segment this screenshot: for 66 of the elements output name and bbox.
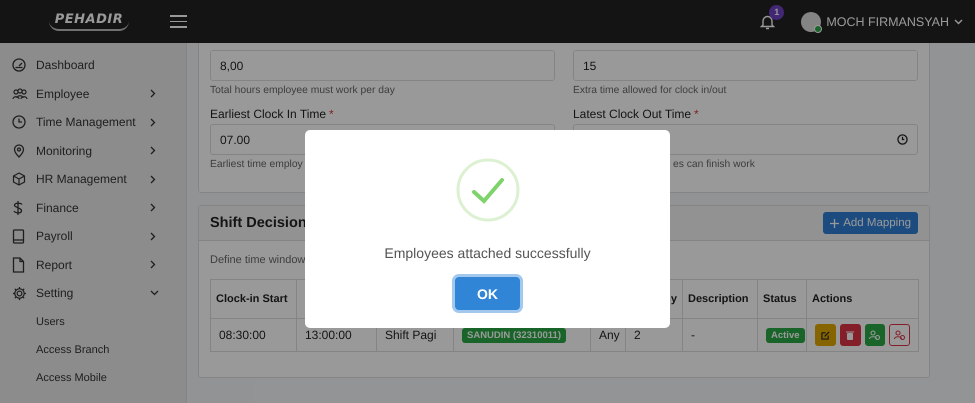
table-cell: 2 [634,328,641,342]
table-cell: 08:30:00 [219,328,266,342]
card-title: Shift Decision [210,215,307,231]
sidebar-subitem[interactable]: Access Mobile [0,364,186,392]
edit-icon [820,330,830,340]
plus-icon [830,218,840,228]
unassign-button[interactable] [889,324,910,346]
table-cell: 13:00:00 [305,328,352,342]
sidebar-item[interactable]: Setting [0,279,186,308]
sidebar-item[interactable]: HR Management [0,165,186,194]
column-header: y [670,293,677,305]
menu-icon[interactable] [170,15,187,28]
user-remove-icon [894,330,906,340]
input-field[interactable]: 8,00 [210,50,555,81]
caret-icon [954,18,963,24]
gear-icon [12,286,27,301]
dollar-icon [12,200,24,216]
edit-button[interactable] [815,324,836,346]
assign-button[interactable] [864,324,886,346]
ok-button[interactable]: OK [455,277,520,310]
help-text: Total hours employee must work per day [210,85,395,96]
field-label: Latest Clock Out Time [573,107,692,121]
input-field[interactable]: 15 [573,50,918,81]
column-header: Status [763,293,797,305]
required-mark: * [694,107,699,121]
help-text: es can finish work [673,159,755,170]
sidebar-subitem[interactable]: Access Branch [0,336,186,364]
sidebar-subitem[interactable]: Users [0,308,186,336]
sidebar-item[interactable]: Dashboard [0,51,186,80]
table-cell: Any [599,328,620,342]
success-check-icon [456,158,520,222]
employee-badge: SANUDIN (32310011) [462,328,566,343]
bell-icon[interactable] [760,14,776,30]
user-menu[interactable]: MOCH FIRMANSYAH [801,12,963,32]
column-header: Clock-in Start [216,293,288,305]
clock-icon [12,115,26,130]
location-pin-icon [12,144,26,158]
sidebar-item[interactable]: Employee [0,80,186,108]
column-header: Actions [812,293,852,305]
sidebar-item[interactable]: Report [0,250,186,279]
dialog-message: Employees attached successfully [384,245,591,261]
table-cell: Shift Pagi [385,328,436,342]
notification-badge: 1 [769,4,784,20]
trash-icon [846,330,854,340]
required-mark: * [329,107,334,121]
sidebar-item[interactable]: Payroll [0,222,186,250]
cube-icon [12,172,26,186]
document-icon [12,256,25,273]
help-text: Extra time allowed for clock in/out [573,85,726,96]
status-badge: Active [766,328,805,343]
clock-icon [897,134,908,145]
book-icon [12,228,25,244]
sidebar-item[interactable]: Finance [0,194,186,222]
delete-button[interactable] [840,324,860,346]
column-header: Description [688,293,749,305]
field-label: Earliest Clock In Time [210,107,326,121]
card-description: Define time window [210,254,306,266]
add-mapping-button[interactable]: Add Mapping [823,212,918,234]
help-text: Earliest time employ [210,159,303,170]
table-cell: - [691,328,695,342]
gauge-icon [12,58,26,72]
sidebar-item[interactable]: Monitoring [0,136,186,165]
users-icon [12,86,28,101]
user-add-icon [869,330,880,340]
logo: PEHADIR [48,12,130,31]
sidebar-item[interactable]: Time Management [0,108,186,136]
